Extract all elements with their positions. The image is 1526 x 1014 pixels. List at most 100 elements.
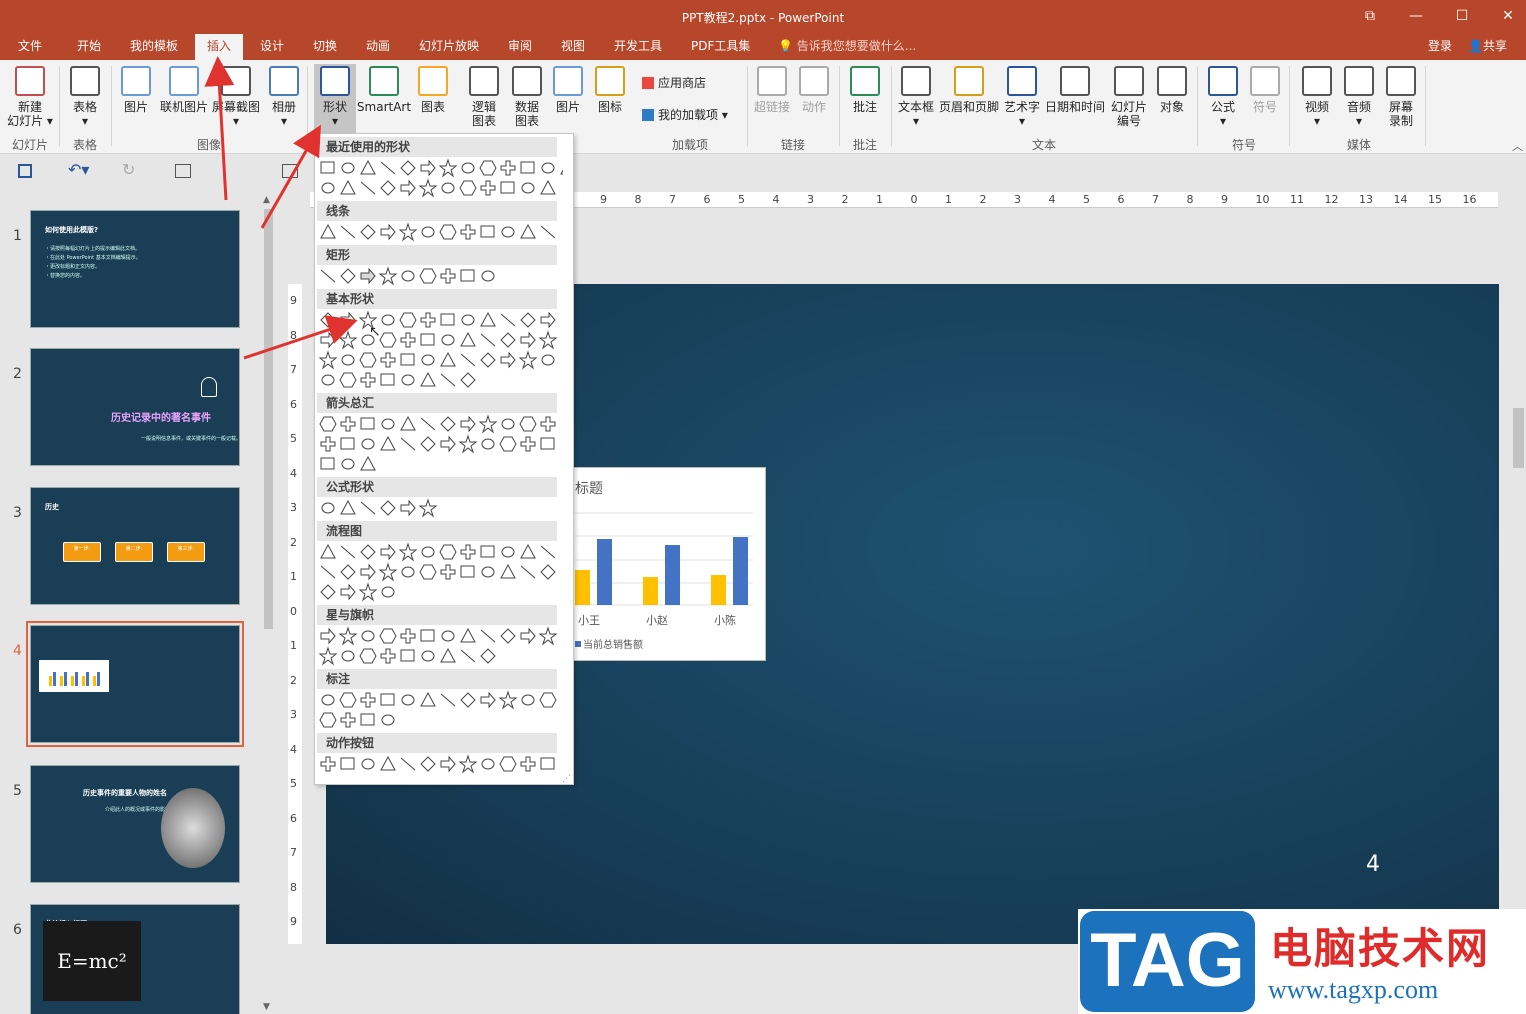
shape-option[interactable] [360, 417, 375, 430]
shape-option[interactable] [480, 545, 495, 558]
shape-option[interactable] [340, 545, 356, 559]
shape-option[interactable] [340, 712, 356, 728]
shape-option[interactable] [499, 756, 517, 772]
shape-option[interactable] [520, 161, 535, 174]
shape-option[interactable] [500, 313, 516, 327]
shape-option[interactable] [421, 354, 435, 366]
tab-6[interactable]: 动画 [366, 34, 390, 60]
shape-option[interactable] [440, 435, 456, 453]
shape-option[interactable] [460, 353, 476, 367]
shape-option[interactable] [480, 311, 496, 327]
shape-option[interactable] [480, 180, 496, 196]
shape-option[interactable] [540, 179, 556, 195]
shape-option[interactable] [320, 436, 336, 452]
shape-option[interactable] [341, 162, 355, 174]
shape-option[interactable] [440, 693, 456, 707]
shape-option[interactable] [380, 500, 396, 516]
shape-option[interactable] [521, 182, 535, 194]
shape-option[interactable] [480, 648, 496, 664]
shape-option[interactable] [360, 544, 376, 560]
minimize-button[interactable]: — [1393, 4, 1439, 30]
shape-option[interactable] [540, 757, 555, 770]
resize-grip-icon[interactable]: ⋰ [562, 774, 571, 784]
shape-option[interactable] [341, 458, 355, 470]
shape-option[interactable] [460, 649, 476, 663]
shape-option[interactable] [420, 371, 436, 387]
shape-option[interactable] [520, 312, 536, 328]
shape-option[interactable] [460, 544, 476, 560]
shape-option[interactable] [501, 546, 515, 558]
shape-option[interactable] [440, 313, 455, 326]
shape-option[interactable] [520, 223, 536, 239]
thumbnail-scrollbar[interactable]: ▲ ▼ [261, 195, 275, 1014]
shape-option[interactable] [420, 756, 436, 772]
shape-option[interactable] [400, 332, 416, 348]
ribbon-button-23[interactable]: 符号 [1244, 64, 1286, 114]
shape-option[interactable] [320, 331, 336, 349]
shape-option[interactable] [400, 160, 416, 176]
shape-option[interactable] [400, 649, 415, 662]
shape-option[interactable] [440, 647, 456, 663]
ribbon-button-13[interactable]: 超链接 [750, 64, 794, 114]
shape-option[interactable] [319, 416, 337, 432]
shape-option[interactable] [360, 372, 376, 388]
shape-option[interactable] [321, 502, 335, 514]
shape-option[interactable] [400, 757, 416, 771]
ribbon-button-19[interactable]: 日期和时间 [1044, 64, 1106, 114]
ribbon-button-20[interactable]: 幻灯片 编号 [1106, 64, 1152, 128]
ribbon-button-15[interactable]: 批注 [842, 64, 888, 114]
shape-option[interactable] [520, 331, 536, 349]
shape-option[interactable] [339, 372, 357, 388]
shape-option[interactable] [401, 566, 415, 578]
tab-1[interactable]: 开始 [77, 34, 101, 60]
shape-option[interactable] [438, 158, 458, 178]
shape-option[interactable] [380, 223, 396, 241]
shape-option[interactable] [380, 352, 396, 368]
shape-option[interactable] [340, 757, 355, 770]
shape-option[interactable] [479, 160, 497, 176]
ribbon-button-22[interactable]: 公式 ▾ [1202, 64, 1244, 128]
slide-thumbnail-4[interactable] [26, 621, 244, 747]
shape-option[interactable] [320, 543, 336, 559]
shape-option[interactable] [460, 627, 476, 643]
ribbon-button-17[interactable]: 页眉和页脚 [938, 64, 1000, 114]
shape-option[interactable] [320, 161, 335, 174]
shape-option[interactable] [480, 333, 496, 347]
shape-option[interactable] [501, 418, 515, 430]
shape-option[interactable] [498, 690, 518, 710]
shape-option[interactable] [359, 352, 377, 368]
shape-option[interactable] [439, 544, 457, 560]
shape-option[interactable] [460, 269, 475, 282]
shape-option[interactable] [540, 416, 556, 432]
app-store-button[interactable]: 应用商店 [642, 74, 706, 91]
shape-option[interactable] [499, 436, 517, 452]
shape-option[interactable] [420, 691, 436, 707]
tab-9[interactable]: 视图 [561, 34, 585, 60]
shape-option[interactable] [400, 415, 416, 431]
shape-option[interactable] [360, 501, 376, 515]
shape-option[interactable] [320, 584, 336, 600]
shape-option[interactable] [338, 626, 358, 646]
shape-option[interactable] [321, 374, 335, 386]
ribbon-button-7[interactable]: SmartArt [356, 64, 412, 114]
shape-option[interactable] [520, 627, 536, 645]
shape-option[interactable] [421, 650, 435, 662]
shape-option[interactable] [441, 182, 455, 194]
shape-option[interactable] [500, 628, 516, 644]
shape-option[interactable] [478, 414, 498, 434]
shape-option[interactable] [538, 330, 558, 350]
shape-option[interactable] [420, 159, 436, 177]
scroll-up-icon[interactable]: ▲ [263, 195, 270, 205]
shape-option[interactable] [380, 543, 396, 561]
shape-option[interactable] [420, 417, 436, 431]
ribbon-button-4[interactable]: 屏幕截图 ▾ [210, 64, 262, 128]
shape-option[interactable] [381, 586, 395, 598]
shape-option[interactable] [500, 351, 516, 369]
shape-option[interactable] [381, 418, 395, 430]
ribbon-button-24[interactable]: 视频 ▾ [1296, 64, 1338, 128]
shape-option[interactable] [520, 436, 536, 452]
shape-option[interactable] [380, 693, 395, 706]
shape-option[interactable] [320, 223, 336, 239]
shape-option[interactable] [460, 692, 476, 708]
shape-option[interactable] [560, 161, 563, 175]
